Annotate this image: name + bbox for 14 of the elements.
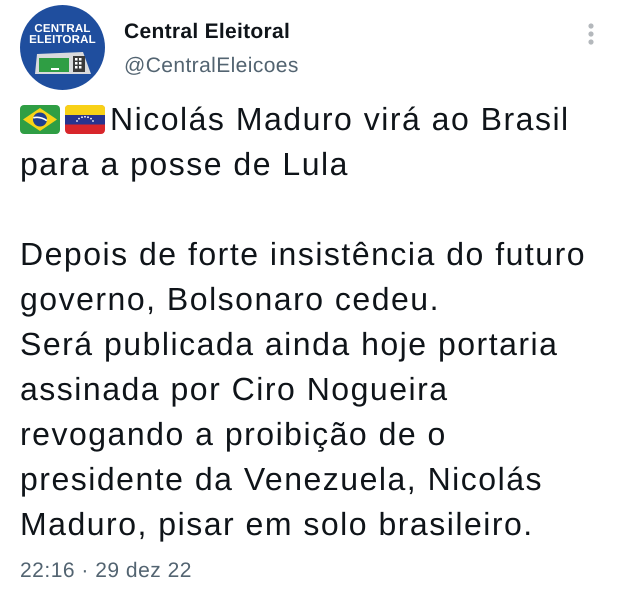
more-options-icon (588, 23, 594, 45)
tweet-paragraph: Depois de forte insistência do futuro governo, Bolsonaro cedeu. (20, 235, 586, 319)
tweet-paragraph: Será publicada ainda hoje portaria assinada por Ciro Nogueira revogando a proibição de o presidente da Venezuela, Nicolás Maduro, pisar em solo brasileiro. (20, 325, 558, 544)
venezuela-flag-icon (65, 105, 105, 134)
logo-text: CENTRAL ELEITORAL (29, 24, 96, 46)
tweet-headline: Nicolás Maduro virá ao Brasil (110, 100, 570, 139)
tweet-timestamp[interactable]: 22:16 · 29 dez 22 (20, 558, 192, 584)
avatar-logo[interactable]: CENTRAL ELEITORAL (20, 5, 105, 90)
author-name[interactable]: Central Eleitoral (124, 19, 299, 45)
voting-machine-icon (32, 50, 92, 76)
brazil-flag-icon (20, 105, 60, 134)
tweet-headline: para a posse de Lula (20, 145, 349, 184)
author-handle[interactable]: @CentralEleicoes (124, 53, 299, 79)
more-menu-button[interactable] (586, 21, 596, 47)
